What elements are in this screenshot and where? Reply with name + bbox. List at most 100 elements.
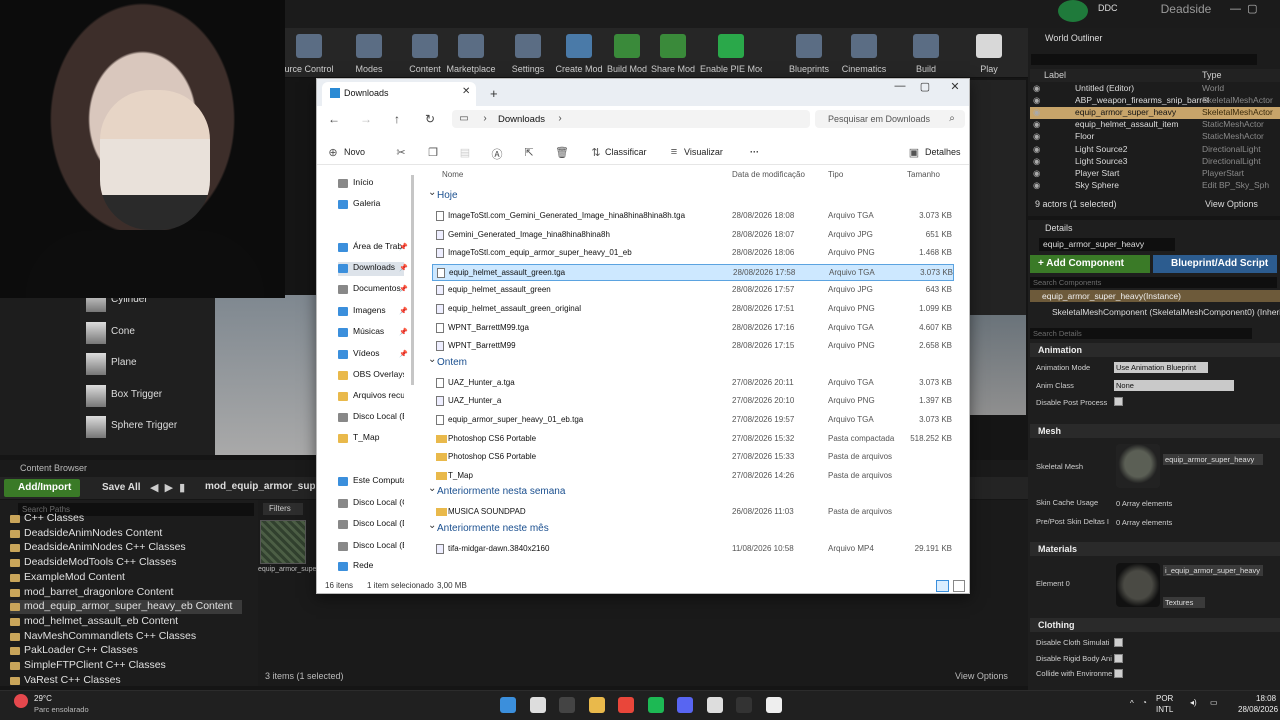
nav-item[interactable]: Área de Trab [338, 241, 404, 255]
forward-arrow-icon[interactable]: → [359, 112, 373, 126]
toolbar-button-10[interactable]: Cinematics [833, 34, 895, 74]
search-icon[interactable] [529, 697, 546, 713]
outliner-row[interactable]: ◉ Sky Sphere Edit BP_Sky_Sph [1030, 180, 1280, 192]
nav-item[interactable]: Disco Local (E: [338, 540, 404, 554]
outliner-row[interactable]: ◉ Floor StaticMeshActor [1030, 131, 1280, 143]
outliner-view-options[interactable]: View Options [1205, 199, 1258, 209]
actor-name-field[interactable]: equip_armor_super_heavy [1039, 238, 1175, 251]
delete-icon[interactable]: 🗑 [555, 146, 569, 159]
visibility-eye-icon[interactable]: ◉ [1033, 168, 1040, 179]
place-actor-item[interactable]: Plane [80, 349, 215, 379]
sort-button[interactable]: Classificar [605, 147, 647, 159]
file-explorer-icon[interactable] [588, 697, 605, 713]
folder-tree-item[interactable]: mod_helmet_assault_eb Content [10, 615, 178, 629]
section-clothing[interactable]: Clothing [1030, 618, 1280, 632]
folder-tree-item[interactable]: SimpleFTPClient C++ Classes [10, 659, 166, 673]
file-row[interactable]: WPNT_BarrettM99 28/08/2026 17:15 Arquivo P… [432, 338, 954, 355]
tiles-view-icon[interactable] [953, 580, 965, 592]
battery-icon[interactable]: ▭ [1210, 698, 1218, 707]
nav-item[interactable]: Disco Local (D [338, 518, 404, 532]
new-button[interactable]: Novo [344, 147, 365, 159]
discord-icon[interactable] [677, 697, 693, 713]
keyboard-layout[interactable]: INTL [1156, 705, 1173, 714]
nav-item[interactable]: Galeria [338, 198, 404, 212]
nav-item[interactable]: Disco Local (C [338, 497, 404, 511]
visibility-eye-icon[interactable]: ◉ [1033, 119, 1040, 130]
wifi-icon[interactable]: ◔ [1142, 698, 1147, 707]
nav-item[interactable]: Arquivos recupe [338, 390, 404, 404]
outliner-row[interactable]: ◉ Untitled (Editor) World [1030, 83, 1280, 95]
disable-post-process-checkbox[interactable] [1114, 397, 1123, 406]
nav-item[interactable]: T_Map [338, 432, 404, 446]
nav-item[interactable]: Músicas [338, 326, 404, 340]
clock-time[interactable]: 18:08 [1256, 694, 1276, 703]
toolbar-button-8[interactable]: Enable PIE Mods [700, 34, 762, 74]
toolbar-button-12[interactable]: Play [958, 34, 1020, 74]
new-tab-icon[interactable]: + [490, 86, 502, 101]
toolbar-button-9[interactable]: Blueprints [778, 34, 840, 74]
folder-tree-item[interactable]: DeadsideAnimNodes C++ Classes [10, 541, 186, 555]
file-row[interactable]: UAZ_Hunter_a 27/08/2026 20:10 Arquivo PNG 1… [432, 393, 954, 410]
file-row[interactable]: Gemini_Generated_Image_hina8hina8hina8h 2… [432, 227, 954, 244]
place-actor-item[interactable]: Sphere Trigger [80, 412, 215, 442]
chevron-right-icon[interactable]: › [553, 113, 567, 127]
copy-icon[interactable]: ❐ [427, 146, 439, 159]
cmd-icon[interactable] [736, 697, 752, 713]
close-icon[interactable]: ✕ [945, 80, 965, 93]
nav-item[interactable]: Este Computad [338, 475, 404, 489]
skeletal-mesh-component-row[interactable]: SkeletalMeshComponent (SkeletalMeshCompo… [1030, 307, 1280, 319]
details-title[interactable]: Details [1045, 223, 1073, 233]
outliner-row[interactable]: ◉ equip_armor_super_heavy SkeletalMeshActo… [1030, 107, 1280, 120]
speaker-icon[interactable]: ◂) [1190, 698, 1197, 707]
search-details-input[interactable]: Search Details [1030, 328, 1252, 339]
nav-item[interactable]: Imagens [338, 305, 404, 319]
world-outliner-title[interactable]: World Outliner [1045, 33, 1102, 43]
share-icon[interactable]: ⇱ [523, 146, 535, 159]
folder-tree-item[interactable]: mod_equip_armor_super_heavy_eb Content [10, 600, 242, 615]
add-import-button[interactable]: Add/Import [4, 479, 80, 497]
file-row[interactable]: tifa-midgar-dawn.3840x2160 11/08/2026 10:… [432, 541, 954, 558]
level-viewport-edge[interactable] [970, 315, 1026, 415]
nav-item[interactable]: Rede [338, 560, 404, 574]
toolbar-button-1[interactable]: Modes [338, 34, 400, 74]
outliner-row[interactable]: ◉ Light Source2 DirectionalLight [1030, 144, 1280, 156]
visibility-eye-icon[interactable]: ◉ [1033, 131, 1040, 142]
component-instance-row[interactable]: equip_armor_super_heavy(Instance) [1030, 290, 1280, 302]
visibility-eye-icon[interactable]: ◉ [1033, 83, 1040, 94]
blueprint-add-script-button[interactable]: Blueprint/Add Script [1153, 255, 1277, 273]
nav-item[interactable]: Disco Local (E:) [338, 411, 404, 425]
weather-description[interactable]: Parc ensolarado [34, 705, 114, 715]
nav-scrollbar[interactable] [411, 175, 414, 385]
folder-tree-item[interactable]: PakLoader C++ Classes [10, 644, 138, 658]
cut-icon[interactable]: ✂ [395, 146, 407, 159]
up-arrow-icon[interactable]: ↑ [390, 112, 404, 126]
ue-window-controls[interactable]: — ▢ [1230, 2, 1280, 16]
material-picker[interactable]: i_equip_armor_super_heavy [1163, 565, 1263, 576]
chevron-right-icon[interactable]: › [478, 113, 492, 127]
outliner-search-input[interactable] [1031, 54, 1257, 65]
close-tab-icon[interactable]: ✕ [462, 86, 472, 98]
folder-tree-item[interactable]: ExampleMod Content [10, 571, 125, 585]
refresh-icon[interactable]: ↻ [423, 112, 437, 126]
level-viewport[interactable] [215, 295, 318, 455]
toolbar-button-3[interactable]: Marketplace [440, 34, 502, 74]
file-row[interactable]: WPNT_BarrettM99.tga 28/08/2026 17:16 Arqui… [432, 320, 954, 337]
textures-button[interactable]: Textures [1163, 597, 1205, 608]
content-browser-tab[interactable]: Content Browser [4, 460, 94, 477]
search-components-input[interactable]: Search Components [1030, 277, 1277, 288]
details-button[interactable]: Detalhes [925, 147, 961, 159]
folder-tree-item[interactable]: mod_barret_dragonlore Content [10, 586, 173, 600]
anim-class-dropdown[interactable]: None [1114, 380, 1234, 391]
col-name[interactable]: Nome [442, 170, 463, 179]
outliner-row[interactable]: ◉ Player Start PlayerStart [1030, 168, 1280, 180]
folder-tree-item[interactable]: DeadsideModTools C++ Classes [10, 556, 176, 570]
folder-tree-item[interactable]: DeadsideAnimNodes Content [10, 527, 162, 541]
save-all-button[interactable]: Save All [88, 479, 148, 497]
col-date[interactable]: Data de modificação [732, 170, 805, 179]
outliner-row[interactable]: ◉ Light Source3 DirectionalLight [1030, 156, 1280, 168]
github-icon[interactable] [706, 697, 723, 713]
place-actor-item[interactable]: Box Trigger [80, 381, 215, 411]
nav-item[interactable]: Vídeos [338, 348, 404, 362]
file-row[interactable]: equip_helmet_assault_green_original 28/08… [432, 301, 954, 318]
file-row[interactable]: T_Map 27/08/2026 14:26 Pasta de arquivos [432, 468, 954, 485]
